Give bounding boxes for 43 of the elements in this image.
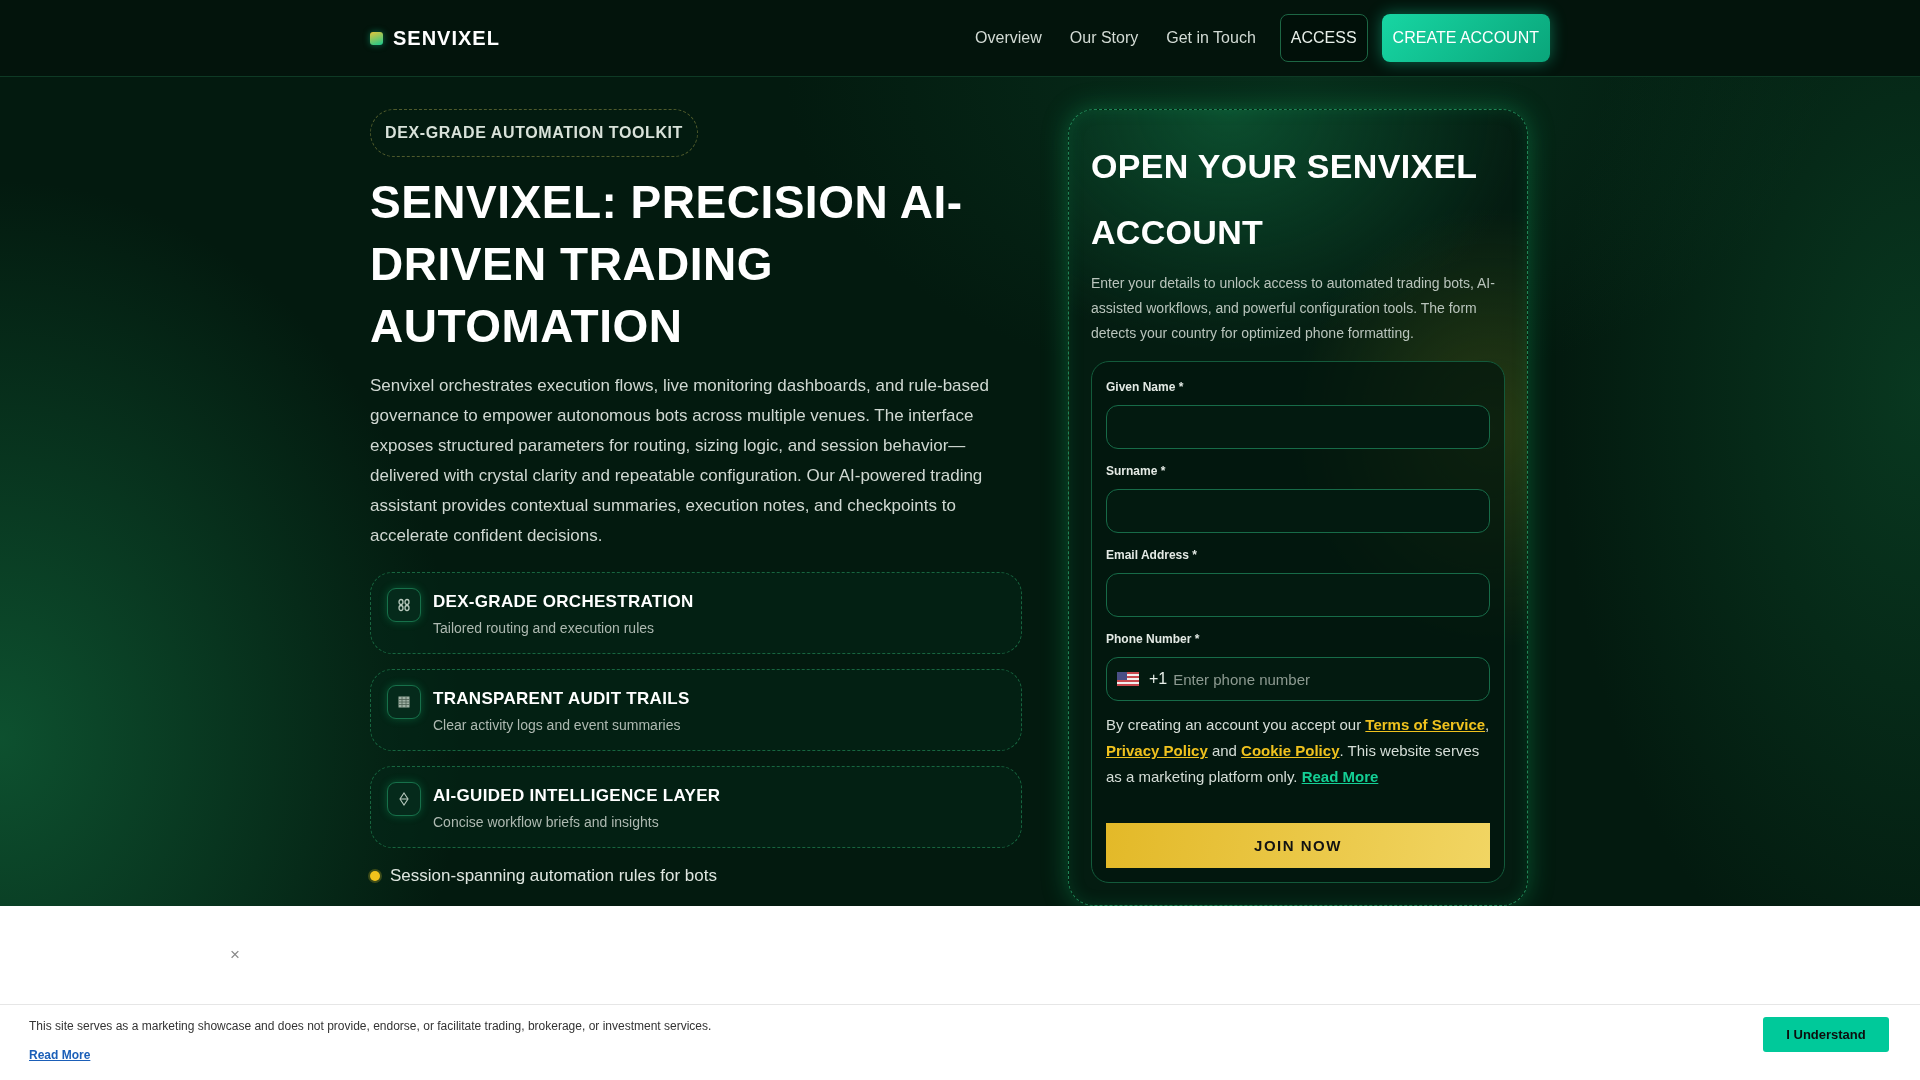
feature-title: AI-GUIDED INTELLIGENCE LAYER: [433, 785, 721, 807]
dial-code: +1: [1149, 669, 1168, 689]
policy-link[interactable]: Cookie Policy: [1241, 742, 1340, 759]
hero-paragraph: Senvixel orchestrates execution flows, live monitoring dashboards, and rule-based governance to empower autonomous bots across multiple venues. The interface exposes structured parameters for routing, sizing logic, and session behavior—delivered with crystal clarity and repeatable configuration. Our AI-powered trading assistant provides contextual summaries, execution notes, and checkpoints to accelerate confident decisions.: [370, 375, 990, 547]
diamond-icon: [387, 782, 421, 816]
feature-description: Tailored routing and execution rules: [433, 619, 656, 637]
policy-link[interactable]: Privacy Policy: [1106, 742, 1208, 759]
field-label: Given Name *: [1106, 379, 1185, 395]
understand-button[interactable]: I Understand: [1763, 1017, 1889, 1052]
access-button[interactable]: ACCESS: [1279, 14, 1368, 62]
highlight-text: Session-spanning automation rules for bots: [390, 865, 717, 887]
hero-heading: SENVIXEL: PRECISION AI-DRIVEN TRADING AUTOMATION: [370, 175, 964, 354]
signup-heading: OPEN YOUR SENVIXEL ACCOUNT: [1091, 146, 1478, 253]
input-field[interactable]: [1106, 573, 1490, 617]
policy-link[interactable]: Terms of Service: [1365, 716, 1486, 733]
field-label: Email Address *: [1106, 547, 1198, 563]
phone-number-input[interactable]: Enter phone number: [1173, 659, 1479, 699]
feature-description: Concise workflow briefs and insights: [433, 813, 660, 831]
cookie-notice-text: This site serves as a marketing showcase and does not provide, endorse, or facilitate trading, brokerage, or investment services.: [29, 1018, 712, 1034]
nav-link[interactable]: Get in Touch: [1166, 28, 1256, 48]
signup-description: Enter your details to unlock access to automated trading bots, AI-assisted workflows, and powerful configuration tools. The form detects your country for optimized phone formatting.: [1091, 274, 1496, 343]
category-badge: DEX-GRADE AUTOMATION TOOLKIT: [370, 109, 698, 157]
logo-icon: [370, 31, 383, 45]
feature-title: DEX-GRADE ORCHESTRATION: [433, 591, 694, 613]
nav-link[interactable]: Our Story: [1069, 28, 1139, 48]
close-button[interactable]: ×: [228, 946, 242, 964]
read-more-link[interactable]: Read More: [29, 1047, 91, 1063]
read-more-link[interactable]: Read More: [1301, 768, 1379, 785]
phone-field[interactable]: +1 Enter phone number: [1106, 657, 1490, 701]
consent-text: By creating an account you accept our Terms of Service, Privacy Policy and Cookie Policy. This website serves as a marketing platform only. Read More: [1106, 715, 1490, 787]
field-label: Phone Number *: [1106, 631, 1201, 647]
chain-icon: [387, 588, 421, 622]
field-label: Surname *: [1106, 463, 1167, 479]
feature-title: TRANSPARENT AUDIT TRAILS: [433, 688, 690, 710]
feature-description: Clear activity logs and event summaries: [433, 716, 682, 734]
nav-link[interactable]: Overview: [975, 28, 1042, 48]
input-field[interactable]: [1106, 489, 1490, 533]
join-now-button[interactable]: JOIN NOW: [1106, 823, 1490, 868]
brand-name[interactable]: SENVIXEL: [393, 28, 500, 48]
flag-icon: [1117, 672, 1139, 686]
input-field[interactable]: [1106, 405, 1490, 449]
dot-icon: [370, 871, 380, 881]
grid-icon: [387, 685, 421, 719]
